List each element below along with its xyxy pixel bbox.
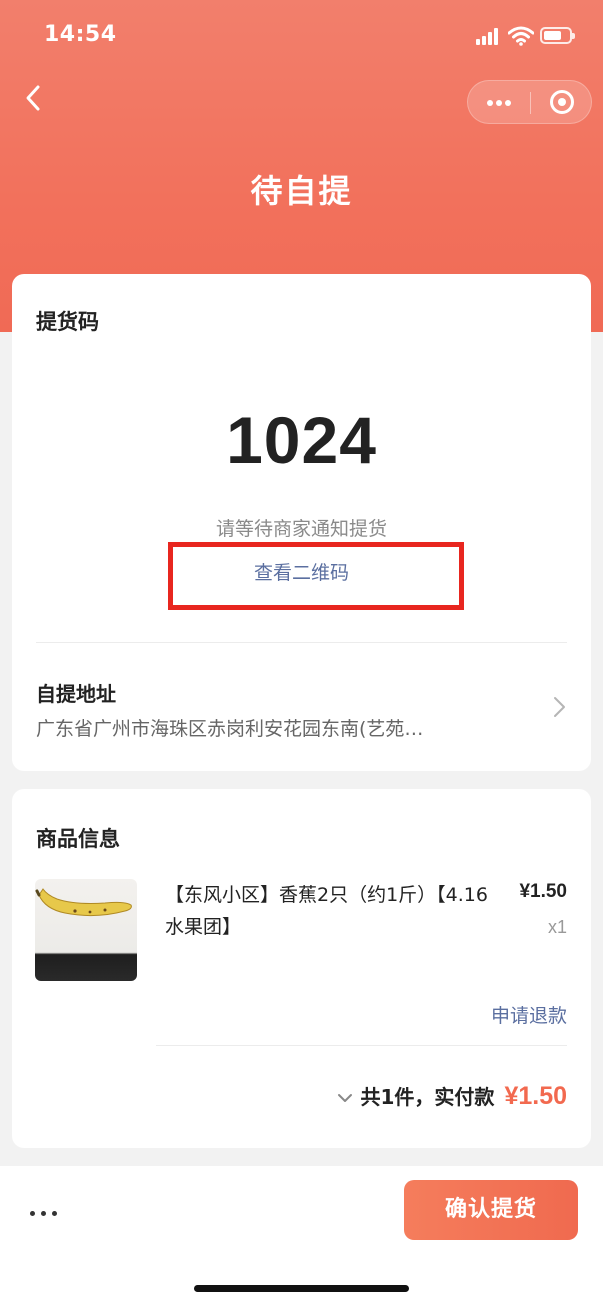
page-title: 待自提: [250, 172, 353, 210]
battery-icon: [540, 27, 575, 44]
banana-image: [35, 888, 132, 917]
divider: [36, 642, 567, 643]
address-text: 广东省广州市海珠区赤岗利安花园东南(艺苑…: [36, 718, 424, 740]
product-image[interactable]: [35, 879, 137, 981]
status-time: 14:54: [44, 22, 117, 47]
summary-text: 共1件，实付款: [360, 1085, 495, 1109]
home-indicator: [194, 1285, 409, 1292]
divider: [156, 1045, 567, 1046]
pickup-address-row[interactable]: 自提地址 广东省广州市海珠区赤岗利安花园东南(艺苑…: [12, 654, 591, 754]
back-button[interactable]: [18, 80, 54, 116]
more-options-button[interactable]: [468, 81, 530, 123]
product-quantity: x1: [547, 917, 567, 937]
chevron-down-icon[interactable]: [337, 1092, 353, 1104]
miniapp-capsule: [467, 80, 592, 124]
request-refund-link[interactable]: 申请退款: [491, 1001, 567, 1028]
annotation-highlight-box: [168, 542, 464, 610]
address-title: 自提地址: [36, 682, 116, 706]
signal-icon: [476, 28, 502, 45]
product-name: 【东风小区】香蕉2只（约1斤）【4.16水果团】: [165, 884, 488, 938]
pickup-code-title: 提货码: [36, 310, 99, 334]
order-summary: 共1件，实付款 ¥1.50: [337, 1081, 567, 1115]
chevron-left-icon: [26, 85, 40, 111]
goods-card: 商品信息 【东风小区】香蕉2只（约1斤）【4.16水果团】 ¥1.50 x1 申…: [12, 789, 591, 1148]
product-price: ¥1.50: [519, 881, 567, 902]
summary-total: ¥1.50: [504, 1082, 567, 1110]
pickup-card: 提货码 1024 请等待商家通知提货 查看二维码 自提地址 广东省广州市海珠区赤…: [12, 274, 591, 771]
wifi-icon: [508, 26, 534, 46]
more-actions-button[interactable]: [28, 1204, 60, 1224]
bottom-bar: 确认提货: [0, 1166, 603, 1304]
status-bar: 14:54: [0, 0, 603, 72]
confirm-pickup-button[interactable]: 确认提货: [404, 1180, 578, 1240]
pickup-code: 1024: [226, 403, 377, 477]
pickup-hint: 请等待商家通知提货: [215, 518, 387, 540]
chevron-right-icon: [554, 697, 565, 717]
close-miniapp-button[interactable]: [531, 81, 593, 123]
goods-info-title: 商品信息: [36, 827, 120, 851]
